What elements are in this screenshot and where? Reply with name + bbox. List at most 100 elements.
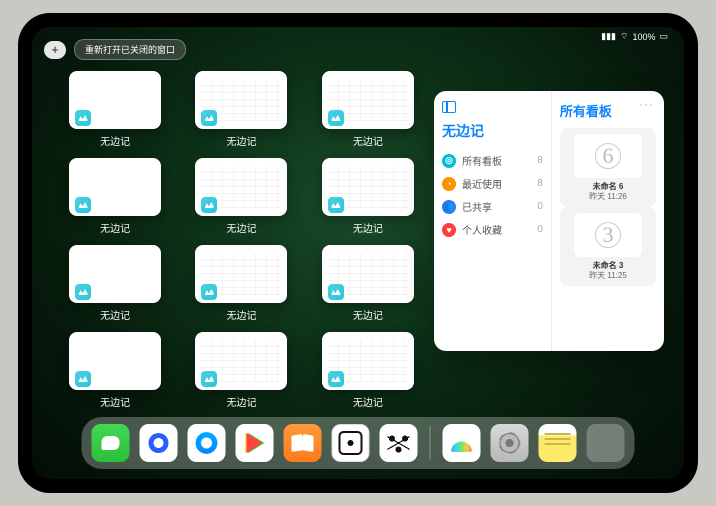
board-thumbnail: 3 [574, 213, 641, 257]
window-label: 无边记 [353, 133, 383, 148]
freeform-panel[interactable]: ··· 无边记 ◎ 所有看板 8◔ 最近使用 8👥 已共享 0♥ 个人收藏 0 … [434, 91, 664, 351]
window-label: 无边记 [226, 307, 256, 322]
window-label: 无边记 [353, 220, 383, 235]
window-thumb[interactable]: 无边记 [64, 158, 166, 235]
window-thumb[interactable]: 无边记 [317, 71, 419, 148]
dock-wechat-icon[interactable] [92, 424, 130, 462]
freeform-app-icon [201, 197, 217, 213]
dock [82, 417, 635, 469]
window-label: 无边记 [226, 133, 256, 148]
board-meta: 未命名 6昨天 11:26 [589, 182, 627, 201]
window-thumb[interactable]: 无边记 [64, 71, 166, 148]
freeform-app-icon [328, 197, 344, 213]
dock-quark-icon[interactable] [140, 424, 178, 462]
sidebar-item-label: 已共享 [462, 199, 492, 214]
category-icon: 👥 [442, 200, 456, 214]
window-thumb[interactable]: 无边记 [317, 158, 419, 235]
ipad-frame: ▮▮▮ ⌔ 100% ▭ + 重新打开已关闭的窗口 无边记 无边记 无边记 无边… [18, 13, 698, 493]
window-label: 无边记 [100, 394, 130, 409]
window-preview [322, 332, 414, 390]
window-preview [69, 245, 161, 303]
wifi-icon: ⌔ [620, 31, 628, 42]
add-button[interactable]: + [44, 41, 66, 59]
status-bar: ▮▮▮ ⌔ 100% ▭ [601, 31, 668, 42]
sidebar-item-count: 0 [537, 201, 543, 212]
window-preview [322, 71, 414, 129]
category-icon: ◎ [442, 154, 456, 168]
sidebar-item-label: 个人收藏 [462, 222, 502, 237]
window-thumb[interactable]: 无边记 [190, 71, 292, 148]
category-icon: ◔ [442, 177, 456, 191]
freeform-app-icon [75, 110, 91, 126]
dock-app-folder-icon[interactable] [587, 424, 625, 462]
window-label: 无边记 [100, 307, 130, 322]
dock-freeform-icon[interactable] [443, 424, 481, 462]
sidebar-item-count: 8 [537, 178, 543, 189]
window-label: 无边记 [353, 307, 383, 322]
signal-icon: ▮▮▮ [601, 31, 616, 42]
window-thumb[interactable]: 无边记 [190, 245, 292, 322]
sidebar-item-count: 8 [537, 155, 543, 166]
freeform-app-icon [201, 110, 217, 126]
window-preview [322, 245, 414, 303]
panel-title: 无边记 [442, 121, 543, 141]
sidebar-icon[interactable] [442, 101, 456, 113]
battery-icon: ▭ [659, 31, 668, 42]
category-icon: ♥ [442, 223, 456, 237]
freeform-app-icon [75, 371, 91, 387]
window-thumb[interactable]: 无边记 [64, 245, 166, 322]
window-label: 无边记 [226, 220, 256, 235]
board-meta: 未命名 3昨天 11:25 [589, 261, 627, 280]
reopen-closed-window-button[interactable]: 重新打开已关闭的窗口 [74, 39, 186, 60]
sidebar-item[interactable]: ♥ 个人收藏 0 [442, 218, 543, 241]
freeform-app-icon [328, 110, 344, 126]
window-preview [69, 71, 161, 129]
window-thumb[interactable]: 无边记 [64, 332, 166, 409]
window-preview [69, 158, 161, 216]
board-card[interactable]: 3 未命名 3昨天 11:25 [560, 207, 656, 286]
sidebar-item[interactable]: 👥 已共享 0 [442, 195, 543, 218]
sidebar-item-count: 0 [537, 224, 543, 235]
freeform-app-icon [201, 284, 217, 300]
window-preview [195, 71, 287, 129]
window-preview [195, 332, 287, 390]
dock-notes-icon[interactable] [539, 424, 577, 462]
sidebar-item[interactable]: ◔ 最近使用 8 [442, 172, 543, 195]
screen: ▮▮▮ ⌔ 100% ▭ + 重新打开已关闭的窗口 无边记 无边记 无边记 无边… [32, 27, 684, 479]
dock-separator [430, 426, 431, 460]
sidebar-item-label: 所有看板 [462, 153, 502, 168]
panel-sidebar: 无边记 ◎ 所有看板 8◔ 最近使用 8👥 已共享 0♥ 个人收藏 0 [434, 91, 552, 351]
sidebar-item-label: 最近使用 [462, 176, 502, 191]
window-preview [322, 158, 414, 216]
dock-settings-icon[interactable] [491, 424, 529, 462]
freeform-app-icon [75, 284, 91, 300]
window-thumb[interactable]: 无边记 [190, 332, 292, 409]
freeform-app-icon [201, 371, 217, 387]
board-thumbnail: 6 [574, 134, 641, 178]
window-thumb[interactable]: 无边记 [317, 245, 419, 322]
window-preview [195, 158, 287, 216]
board-card[interactable]: 6 未命名 6昨天 11:26 [560, 128, 656, 207]
panel-boards: 所有看板 6 未命名 6昨天 11:263 未命名 3昨天 11:25 [552, 91, 664, 351]
window-preview [69, 332, 161, 390]
window-label: 无边记 [100, 220, 130, 235]
window-preview [195, 245, 287, 303]
freeform-app-icon [328, 284, 344, 300]
window-thumb[interactable]: 无边记 [317, 332, 419, 409]
window-thumb[interactable]: 无边记 [190, 158, 292, 235]
dock-play-icon[interactable] [236, 424, 274, 462]
dock-dice-icon[interactable] [332, 424, 370, 462]
window-label: 无边记 [100, 133, 130, 148]
battery-label: 100% [632, 32, 655, 42]
dock-qqbrowser-icon[interactable] [188, 424, 226, 462]
freeform-app-icon [75, 197, 91, 213]
window-label: 无边记 [353, 394, 383, 409]
window-label: 无边记 [226, 394, 256, 409]
top-controls: + 重新打开已关闭的窗口 [44, 39, 186, 60]
freeform-app-icon [328, 371, 344, 387]
app-switcher-grid: 无边记 无边记 无边记 无边记 无边记 无边记 无边记 无边记 无边记 无边记 … [64, 71, 419, 409]
dock-nodes-icon[interactable] [380, 424, 418, 462]
sidebar-item[interactable]: ◎ 所有看板 8 [442, 149, 543, 172]
more-icon[interactable]: ··· [639, 97, 654, 111]
dock-books-icon[interactable] [284, 424, 322, 462]
